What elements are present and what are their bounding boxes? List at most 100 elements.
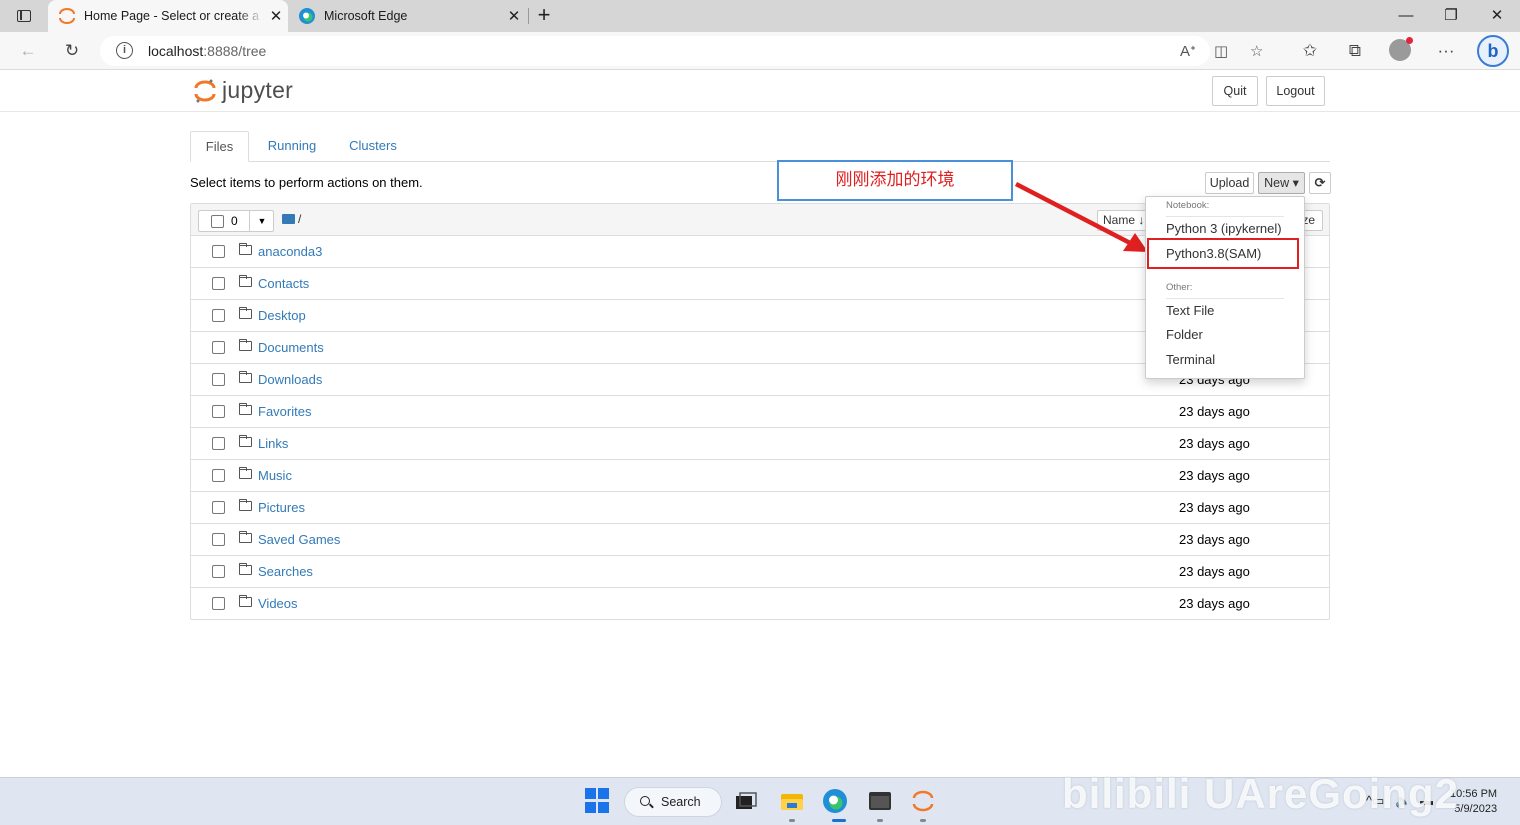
new-button[interactable]: New ▾ <box>1258 172 1305 194</box>
minimize-button[interactable]: — <box>1383 0 1429 32</box>
row-checkbox[interactable] <box>212 533 225 546</box>
app-indicator <box>789 819 795 822</box>
profile-avatar[interactable] <box>1389 37 1413 61</box>
jupyter-favicon-icon <box>59 8 75 24</box>
row-checkbox[interactable] <box>212 341 225 354</box>
folder-icon <box>239 595 252 607</box>
file-row[interactable]: Links 23 days ago <box>191 428 1329 460</box>
row-checkbox[interactable] <box>212 309 225 322</box>
folder-icon <box>239 339 252 351</box>
row-checkbox[interactable] <box>212 469 225 482</box>
file-name-link[interactable]: anaconda3 <box>258 244 322 259</box>
quit-button[interactable]: Quit <box>1212 76 1258 106</box>
select-dropdown-icon[interactable]: ▼ <box>249 211 274 231</box>
menu-divider <box>1166 216 1284 217</box>
site-info-icon[interactable]: i <box>116 42 133 59</box>
back-icon[interactable]: ← <box>14 38 42 64</box>
tab-separator <box>528 8 529 24</box>
logout-button[interactable]: Logout <box>1266 76 1325 106</box>
menu-item-folder[interactable]: Folder <box>1166 327 1203 342</box>
read-aloud-icon[interactable]: Aᐩ <box>1180 42 1196 60</box>
row-checkbox[interactable] <box>212 373 225 386</box>
windows-logo-icon <box>585 788 596 799</box>
new-tab-button[interactable]: + <box>533 3 555 29</box>
windows-logo-icon <box>598 788 609 799</box>
select-all-control[interactable]: 0 ▼ <box>198 210 274 232</box>
url-text[interactable]: localhost:8888/tree <box>148 43 266 59</box>
file-name-link[interactable]: Downloads <box>258 372 322 387</box>
favorites-icon[interactable]: ✩ <box>1296 38 1324 64</box>
file-row[interactable]: Searches 23 days ago <box>191 556 1329 588</box>
maximize-button[interactable]: ❐ <box>1428 0 1474 32</box>
file-name-link[interactable]: Favorites <box>258 404 311 419</box>
browser-tab-edge[interactable]: Microsoft Edge ✕ <box>290 0 526 32</box>
row-checkbox[interactable] <box>212 565 225 578</box>
url-host: localhost <box>148 43 204 59</box>
address-bar[interactable]: i localhost:8888/tree Aᐩ ◫ ☆ <box>100 36 1263 66</box>
refresh-icon[interactable]: ↻ <box>58 38 86 64</box>
bing-copilot-icon[interactable]: b <box>1477 35 1509 67</box>
highlight-box <box>1147 238 1299 269</box>
file-row[interactable]: Music 23 days ago <box>191 460 1329 492</box>
breadcrumb[interactable]: / <box>282 212 301 226</box>
upload-button[interactable]: Upload <box>1205 172 1254 194</box>
edge-taskbar-icon[interactable] <box>822 788 848 814</box>
more-menu-icon[interactable]: ··· <box>1432 38 1460 64</box>
tab-actions-button[interactable] <box>8 5 40 27</box>
file-row[interactable]: Saved Games 23 days ago <box>191 524 1329 556</box>
refresh-list-button[interactable]: ⟳ <box>1309 172 1331 194</box>
file-name-link[interactable]: Contacts <box>258 276 309 291</box>
collections-icon[interactable]: ⧉ <box>1341 38 1369 64</box>
close-tab-icon[interactable]: ✕ <box>502 7 526 25</box>
file-name-link[interactable]: Searches <box>258 564 313 579</box>
taskbar-search-label: Search <box>661 795 701 809</box>
start-button[interactable] <box>585 788 611 814</box>
file-name-link[interactable]: Desktop <box>258 308 306 323</box>
search-icon <box>640 796 650 806</box>
file-name-link[interactable]: Music <box>258 468 292 483</box>
tab-files[interactable]: Files <box>190 131 249 162</box>
jupyter-logo[interactable]: jupyter <box>194 77 293 104</box>
file-row[interactable]: Pictures 23 days ago <box>191 492 1329 524</box>
folder-icon <box>239 371 252 383</box>
jupyter-taskbar-icon[interactable] <box>910 788 936 814</box>
browser-tab-jupyter[interactable]: Home Page - Select or create a n ✕ <box>48 0 288 32</box>
row-checkbox[interactable] <box>212 245 225 258</box>
tab-clusters[interactable]: Clusters <box>338 131 408 162</box>
menu-item-text-file[interactable]: Text File <box>1166 303 1214 318</box>
split-screen-icon[interactable]: ◫ <box>1214 42 1228 60</box>
last-modified: 23 days ago <box>1179 500 1250 515</box>
folder-icon <box>239 531 252 543</box>
close-tab-icon[interactable]: ✕ <box>264 7 288 25</box>
row-checkbox[interactable] <box>212 277 225 290</box>
file-explorer-icon[interactable] <box>779 788 805 814</box>
file-name-link[interactable]: Videos <box>258 596 298 611</box>
bilibili-watermark: bilibili UAreGoing2 <box>1062 770 1460 817</box>
add-favorite-icon[interactable]: ☆ <box>1250 42 1263 60</box>
file-name-link[interactable]: Pictures <box>258 500 305 515</box>
close-window-button[interactable]: ✕ <box>1474 0 1520 32</box>
task-view-icon[interactable] <box>733 788 759 814</box>
tab-running[interactable]: Running <box>256 131 328 162</box>
row-checkbox[interactable] <box>212 597 225 610</box>
jupyter-header: jupyter Quit Logout <box>0 71 1520 112</box>
last-modified: 23 days ago <box>1179 404 1250 419</box>
file-row[interactable]: Favorites 23 days ago <box>191 396 1329 428</box>
app-indicator <box>877 819 883 822</box>
taskbar-search[interactable]: Search <box>624 787 722 817</box>
file-name-link[interactable]: Documents <box>258 340 324 355</box>
select-all-checkbox[interactable] <box>211 215 224 228</box>
file-name-link[interactable]: Links <box>258 436 288 451</box>
row-checkbox[interactable] <box>212 501 225 514</box>
row-checkbox[interactable] <box>212 405 225 418</box>
file-row[interactable]: Videos 23 days ago <box>191 588 1329 620</box>
menu-item-python3-ipykernel[interactable]: Python 3 (ipykernel) <box>1166 221 1282 236</box>
jupyter-logo-icon <box>194 79 216 102</box>
home-folder-icon <box>282 214 295 224</box>
row-checkbox[interactable] <box>212 437 225 450</box>
jupyter-wordmark: jupyter <box>222 77 294 103</box>
breadcrumb-root[interactable]: / <box>298 212 301 226</box>
menu-item-terminal[interactable]: Terminal <box>1166 352 1215 367</box>
terminal-taskbar-icon[interactable] <box>867 788 893 814</box>
file-name-link[interactable]: Saved Games <box>258 532 340 547</box>
